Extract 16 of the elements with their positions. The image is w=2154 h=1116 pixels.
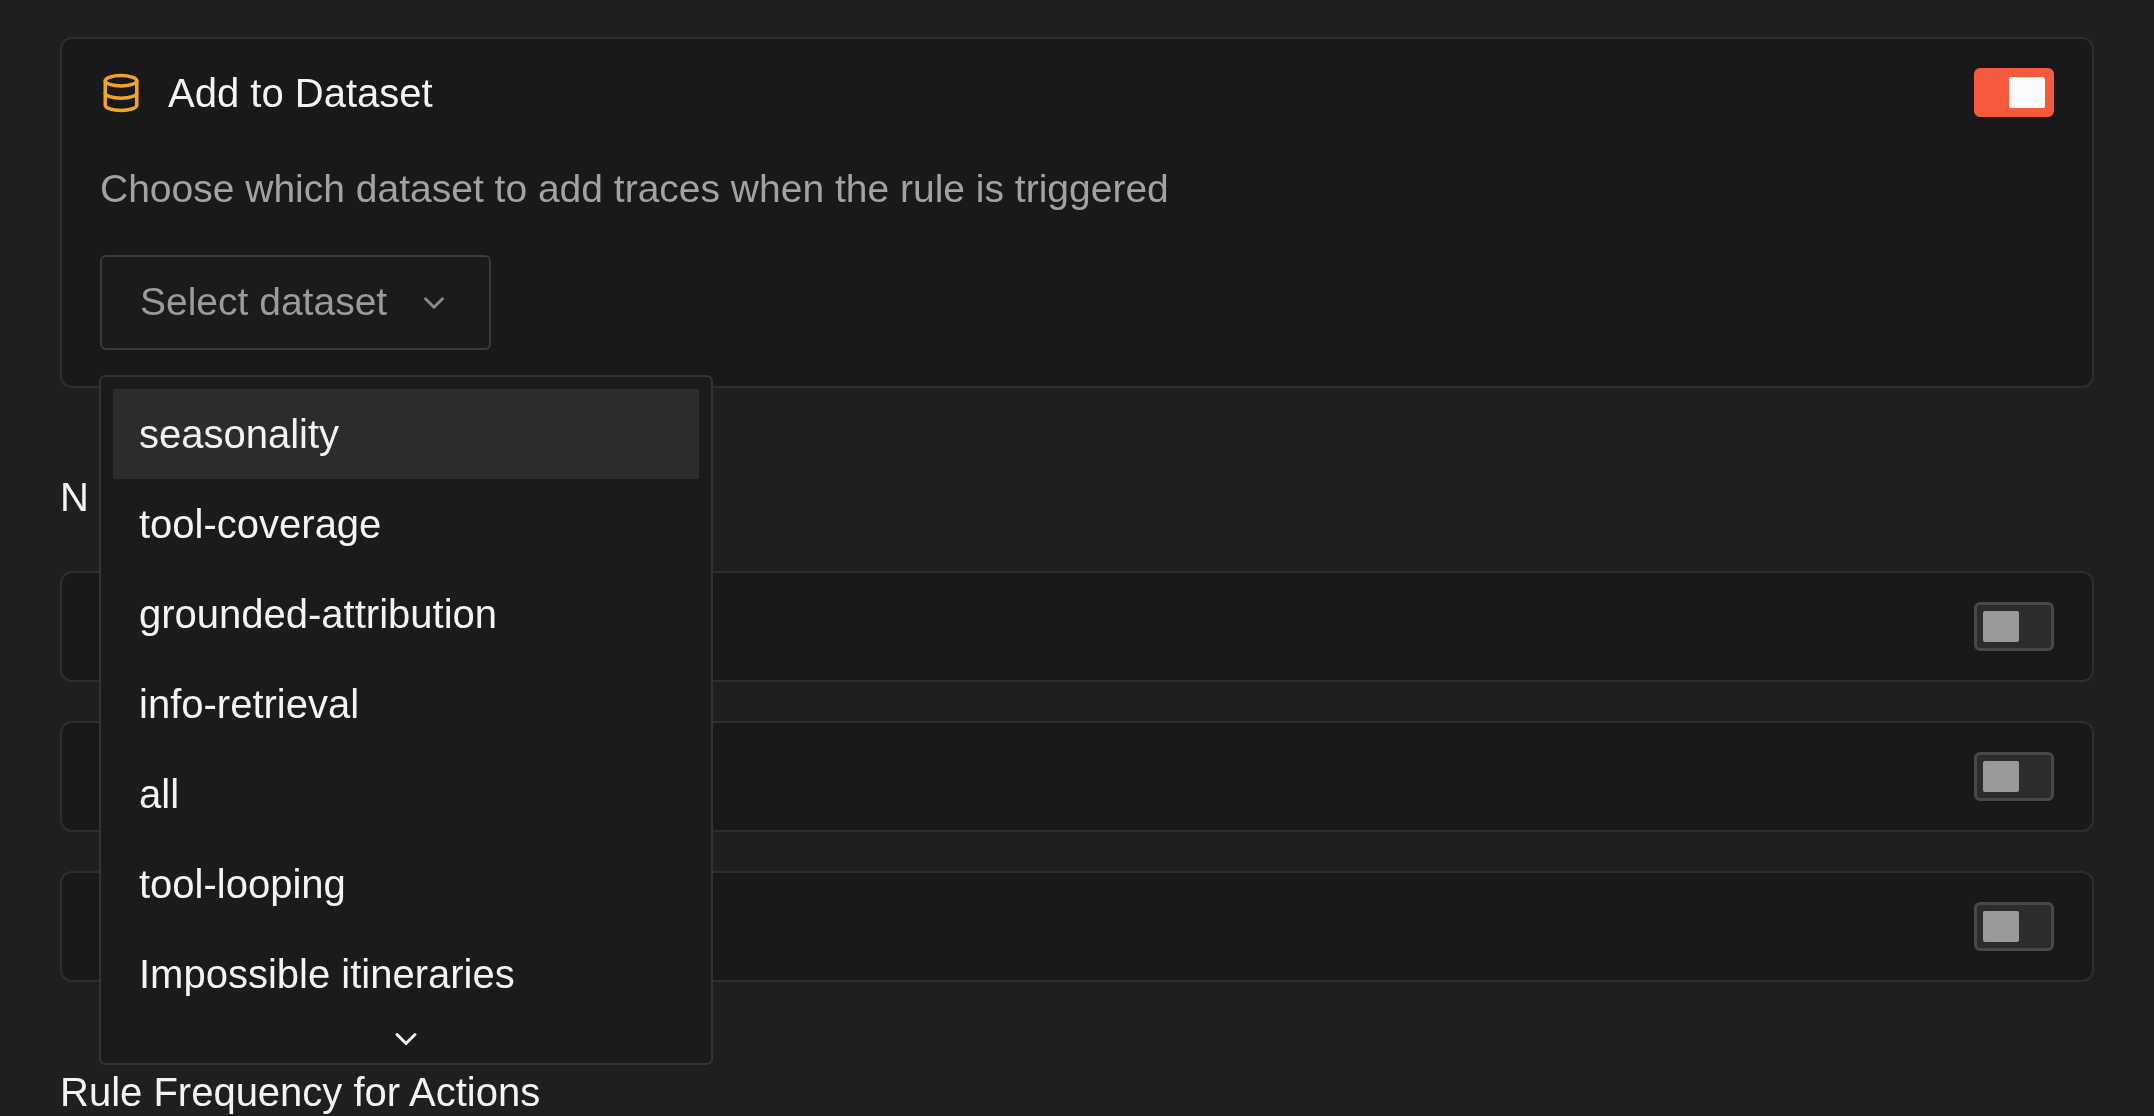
dataset-select[interactable]: Select dataset (100, 255, 492, 350)
toggle-switch[interactable] (1974, 68, 2054, 117)
toggle-switch[interactable] (1974, 752, 2054, 801)
dropdown-option[interactable]: tool-coverage (113, 479, 699, 569)
dropdown-option[interactable]: info-retrieval (113, 659, 699, 749)
dropdown-option[interactable]: seasonality (113, 389, 699, 479)
toggle-switch[interactable] (1974, 902, 2054, 951)
section-heading: N (60, 474, 90, 521)
dropdown-option[interactable]: tool-looping (113, 839, 699, 929)
section-heading: Rule Frequency for Actions (60, 1070, 542, 1114)
toggle-switch[interactable] (1974, 602, 2054, 651)
card-description: Choose which dataset to add traces when the rule is triggered (100, 166, 1170, 212)
dropdown-option[interactable]: Impossible itineraries (113, 929, 699, 1019)
dropdown-option[interactable]: grounded-attribution (113, 569, 699, 659)
card-title: Add to Dataset (168, 69, 433, 117)
dropdown-option[interactable]: all (113, 749, 699, 839)
